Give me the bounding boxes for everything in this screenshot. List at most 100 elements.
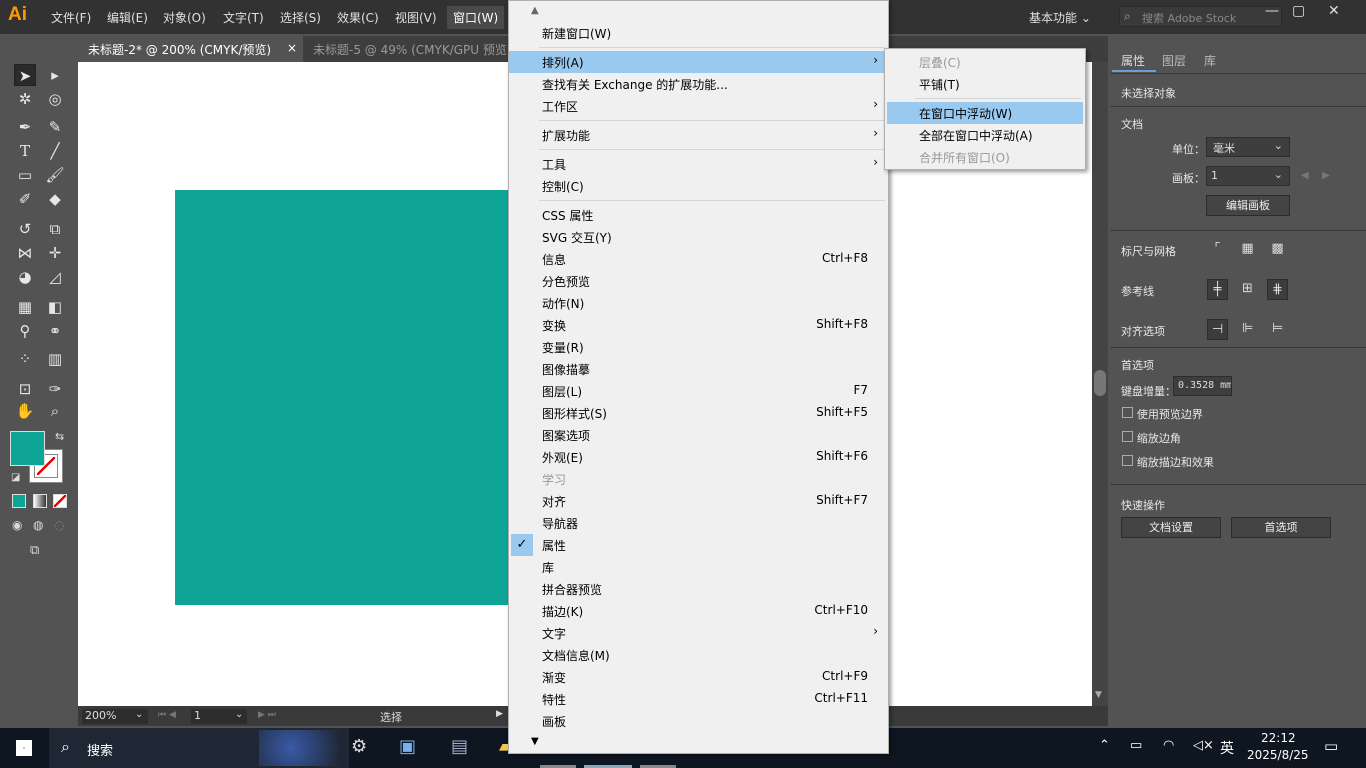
window-menu-item[interactable]: CSS 属性 (509, 204, 888, 226)
window-menu-item[interactable]: 特性 Ctrl+F11 (509, 688, 888, 710)
taskbar-search-box[interactable]: ⌕ 搜索 (49, 728, 349, 768)
stock-search-input[interactable]: 搜索 Adobe Stock (1119, 6, 1282, 27)
vertical-scrollbar[interactable]: ▼ (1092, 62, 1108, 706)
tab-document-5[interactable]: 未标题-5 @ 49% (CMYK/GPU 预览 (303, 36, 508, 62)
draw-inside-icon[interactable]: ◌ (54, 518, 64, 532)
window-menu-item[interactable]: 对齐 Shift+F7 (509, 490, 888, 512)
teal-rectangle[interactable] (175, 190, 508, 605)
symbol-sprayer-icon[interactable]: ⁘ (14, 348, 36, 370)
window-menu-item[interactable]: 分色预览 (509, 270, 888, 292)
magic-wand-icon[interactable]: ✲ (14, 88, 36, 110)
menu-type[interactable]: 文字(T) (223, 9, 264, 26)
window-menu-item[interactable]: 变换 Shift+F8 (509, 314, 888, 336)
clock-time[interactable]: 22:12 (1261, 731, 1296, 745)
edit-artboard-button[interactable]: 编辑画板 (1206, 195, 1290, 216)
minimize-icon[interactable]: — (1265, 3, 1279, 19)
window-menu-item[interactable]: 查找有关 Exchange 的扩展功能... (509, 73, 888, 95)
window-menu-item[interactable]: 图形样式(S) Shift+F5 (509, 402, 888, 424)
window-menu-item[interactable]: 控制(C) (509, 175, 888, 197)
blend-tool-icon[interactable]: ⚭ (44, 320, 66, 342)
keyboard-increment-input[interactable]: 0.3528 mm (1173, 376, 1232, 396)
window-menu-item[interactable]: 图像描摹 (509, 358, 888, 380)
tab-document-2[interactable]: 未标题-2* @ 200% (CMYK/预览) × (78, 36, 303, 62)
scroll-up-icon[interactable]: ▲ (531, 5, 539, 16)
menu-effect[interactable]: 效果(C) (337, 9, 379, 26)
perspective-grid-icon[interactable]: ◿ (44, 266, 66, 288)
menu-object[interactable]: 对象(O) (163, 9, 206, 26)
draw-behind-icon[interactable]: ◍ (33, 518, 43, 532)
chevron-down-icon[interactable]: ⌄ (235, 709, 243, 720)
tab-properties-label[interactable]: 属性 (1121, 52, 1145, 69)
selection-tool-icon[interactable]: ➤ (14, 64, 36, 86)
document-setup-button[interactable]: 文档设置 (1121, 517, 1221, 538)
close-icon[interactable]: ✕ (1328, 3, 1340, 19)
arrange-submenu-item[interactable]: 全部在窗口中浮动(A) (887, 124, 1083, 146)
close-icon[interactable]: × (287, 41, 297, 55)
ruler-icon[interactable]: ⌜ (1207, 239, 1228, 260)
show-guides-icon[interactable]: ╪ (1207, 279, 1228, 300)
zoom-tool-icon[interactable]: ⌕ (44, 400, 66, 422)
menu-edit[interactable]: 编辑(E) (107, 9, 148, 26)
artboard-select[interactable]: 1 ⌄ (1206, 166, 1290, 186)
puppet-warp-icon[interactable]: ✛ (44, 242, 66, 264)
window-menu-item[interactable]: 图案选项 (509, 424, 888, 446)
shape-builder-icon[interactable]: ◕ (14, 266, 36, 288)
paintbrush-icon[interactable]: 🖌 (44, 164, 66, 186)
gradient-mode-icon[interactable] (33, 494, 47, 508)
battery-icon[interactable]: ▭ (1130, 738, 1142, 753)
eraser-icon[interactable]: ◆ (44, 188, 66, 210)
draw-normal-icon[interactable]: ◉ (12, 518, 22, 532)
align-to-selection-icon[interactable]: ⊣ (1207, 319, 1228, 340)
lock-guides-icon[interactable]: ⊞ (1237, 279, 1258, 300)
menu-select[interactable]: 选择(S) (280, 9, 321, 26)
scale-tool-icon[interactable]: ⧉ (44, 218, 66, 240)
artboard-tool-icon[interactable]: ⊡ (14, 378, 36, 400)
menu-file[interactable]: 文件(F) (51, 9, 91, 26)
tab-libraries[interactable]: 库 (1204, 52, 1216, 69)
window-menu-item[interactable]: 描边(K) Ctrl+F10 (509, 600, 888, 622)
curvature-tool-icon[interactable]: ✎ (44, 116, 66, 138)
window-menu-item[interactable]: 导航器 (509, 512, 888, 534)
workspace-switcher[interactable]: 基本功能 ⌄ (1029, 9, 1091, 26)
align-to-artboard-icon[interactable]: ⊨ (1267, 319, 1288, 340)
window-menu-item[interactable]: 渐变 Ctrl+F9 (509, 666, 888, 688)
eyedropper-icon[interactable]: ⚲ (14, 320, 36, 342)
smart-guides-icon[interactable]: ⋕ (1267, 279, 1288, 300)
lasso-icon[interactable]: ◎ (44, 88, 66, 110)
window-menu-item[interactable]: 信息 Ctrl+F8 (509, 248, 888, 270)
default-colors-icon[interactable]: ◪ (11, 472, 20, 483)
menu-view[interactable]: 视图(V) (395, 9, 437, 26)
mesh-tool-icon[interactable]: ▦ (14, 296, 36, 318)
pen-tool-icon[interactable]: ✒ (14, 116, 36, 138)
window-menu-item[interactable]: 排列(A) › (509, 51, 888, 73)
window-menu-item[interactable]: 文字 › (509, 622, 888, 644)
next-artboard-icon[interactable]: ▶ ⏭ (258, 710, 276, 720)
checkbox-box[interactable] (1122, 407, 1133, 418)
slice-tool-icon[interactable]: ✑ (44, 378, 66, 400)
swap-colors-icon[interactable]: ⇆ (55, 430, 64, 443)
ime-indicator[interactable]: 英 (1220, 738, 1234, 758)
hand-tool-icon[interactable]: ✋ (14, 400, 36, 422)
align-to-key-object-icon[interactable]: ⊫ (1237, 319, 1258, 340)
checkbox-box[interactable] (1122, 455, 1133, 466)
grid-icon[interactable]: ▦ (1237, 239, 1258, 260)
transparency-grid-icon[interactable]: ▩ (1267, 239, 1288, 260)
shaper-tool-icon[interactable]: ✐ (14, 188, 36, 210)
scroll-down-icon[interactable]: ▼ (1095, 690, 1102, 700)
scale-corners-checkbox[interactable]: 缩放边角 (1122, 430, 1181, 446)
first-artboard-icon[interactable]: ⏮ ◀ (158, 710, 176, 720)
preview-bounds-checkbox[interactable]: 使用预览边界 (1122, 406, 1203, 422)
prev-artboard-icon[interactable]: ◀ (1301, 170, 1309, 181)
window-menu-item[interactable]: 扩展功能 › (509, 124, 888, 146)
wifi-icon[interactable]: ◠ (1163, 738, 1174, 753)
rotate-tool-icon[interactable]: ↺ (14, 218, 36, 240)
window-menu-item[interactable]: 图层(L) F7 (509, 380, 888, 402)
none-mode-icon[interactable] (53, 494, 67, 508)
tray-chevron-up-icon[interactable]: ⌃ (1099, 738, 1110, 753)
chevron-down-icon[interactable]: ⌄ (135, 709, 143, 720)
screen-mode-icon[interactable]: ⧉ (30, 543, 39, 558)
tab-layers[interactable]: 图层 (1162, 52, 1186, 69)
window-menu-item[interactable]: 变量(R) (509, 336, 888, 358)
window-menu-item[interactable]: 工具 › (509, 153, 888, 175)
window-menu-item[interactable]: 新建窗口(W) (509, 22, 888, 44)
